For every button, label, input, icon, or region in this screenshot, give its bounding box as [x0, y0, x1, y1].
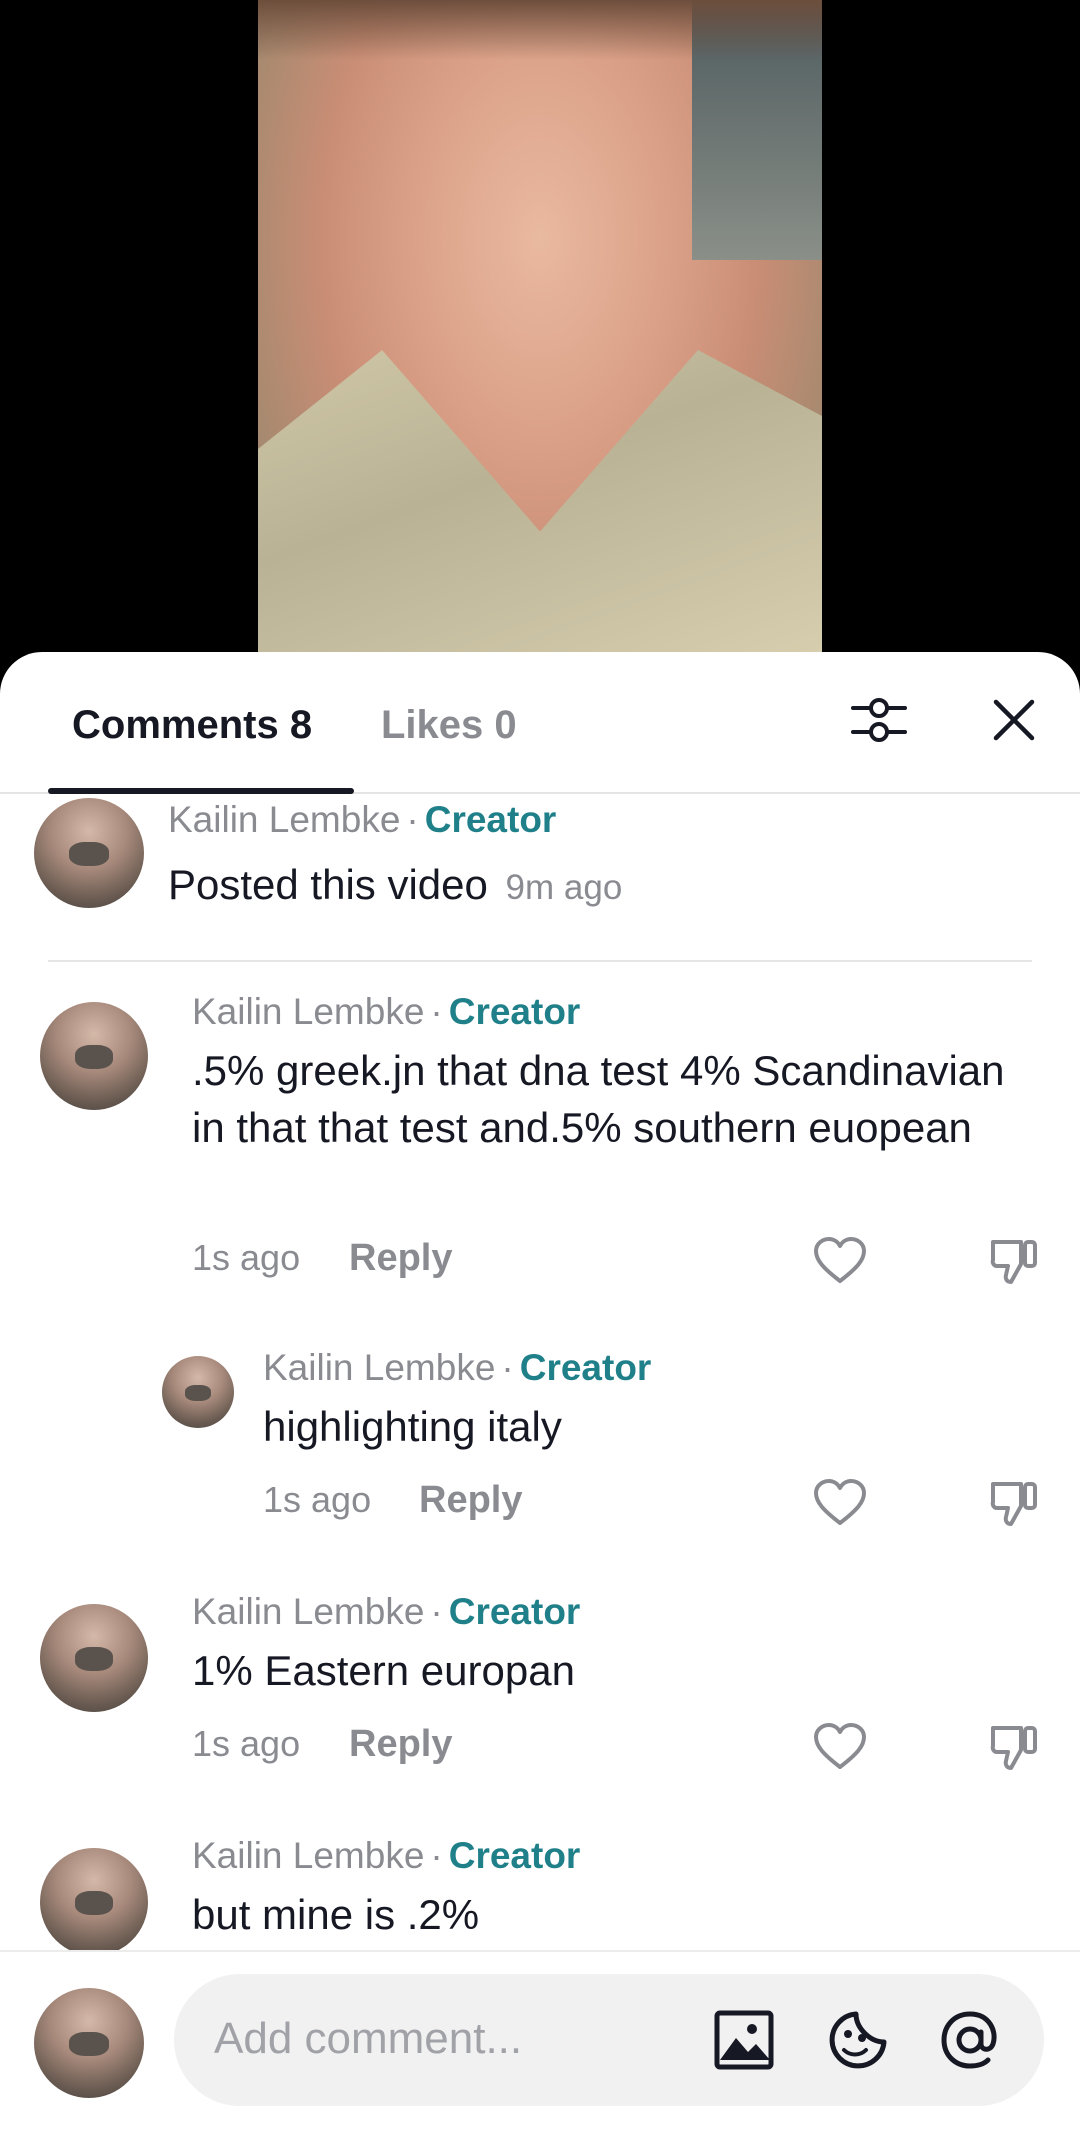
author-name[interactable]: Kailin Lembke [192, 1591, 424, 1632]
avatar[interactable] [34, 1988, 144, 2098]
tab-likes[interactable]: Likes 0 [381, 700, 517, 750]
avatar[interactable] [34, 798, 144, 908]
comment-author-line: Kailin Lembke · Creator [192, 990, 580, 1034]
video-shirt-region [258, 350, 822, 680]
separator-dot: · [430, 991, 443, 1032]
emoji-sticker-icon[interactable] [826, 2008, 890, 2072]
comment-time: 1s ago [192, 1237, 301, 1278]
video-frame[interactable] [258, 0, 822, 680]
separator-dot: · [406, 799, 419, 840]
thumbs-down-icon[interactable] [987, 1722, 1041, 1772]
comment-time: 1s ago [192, 1723, 301, 1764]
reply-button[interactable]: Reply [349, 1236, 452, 1280]
thumbs-down-icon[interactable] [987, 1478, 1041, 1528]
reply-button[interactable]: Reply [419, 1478, 522, 1522]
heart-icon[interactable] [813, 1722, 867, 1772]
comment-time: 1s ago [263, 1479, 372, 1520]
creator-badge: Creator [424, 799, 557, 840]
separator-dot: · [430, 1835, 443, 1876]
author-name[interactable]: Kailin Lembke [263, 1347, 495, 1388]
creator-badge: Creator [519, 1347, 652, 1388]
comments-sheet: Comments 8 Likes 0 Kailin Lembke · Creator… [0, 652, 1080, 2140]
comment-text: .5% greek.jn that dna test 4% Scandinavi… [192, 1047, 1005, 1151]
heart-icon[interactable] [813, 1478, 867, 1528]
separator-dot: · [430, 1591, 443, 1632]
posted-text: Posted this video [168, 861, 488, 908]
sliders-icon[interactable] [851, 688, 907, 752]
comment-input-container[interactable] [174, 1974, 1044, 2106]
video-player[interactable] [0, 0, 1080, 680]
avatar[interactable] [162, 1356, 234, 1428]
avatar[interactable] [40, 1848, 148, 1956]
avatar[interactable] [40, 1002, 148, 1110]
comment-text: but mine is .2% [192, 1891, 480, 1938]
divider [48, 960, 1032, 962]
avatar[interactable] [40, 1604, 148, 1712]
at-mention-icon[interactable] [938, 2008, 1002, 2072]
active-tab-indicator [48, 788, 354, 794]
creator-badge: Creator [448, 991, 581, 1032]
close-icon[interactable] [990, 696, 1038, 744]
heart-icon[interactable] [813, 1236, 867, 1286]
posted-time: 9m ago [505, 868, 623, 907]
creator-badge: Creator [448, 1591, 581, 1632]
comment-input[interactable] [214, 2004, 674, 2074]
posted-text-line: Posted this video 9m ago [168, 856, 622, 916]
video-hair-region [258, 0, 822, 60]
author-name[interactable]: Kailin Lembke [168, 799, 400, 840]
reply-button[interactable]: Reply [349, 1722, 452, 1766]
comment-author-line: Kailin Lembke · Creator [192, 1834, 580, 1878]
comment-text: highlighting italy [263, 1403, 562, 1450]
separator-dot: · [501, 1347, 514, 1388]
author-name[interactable]: Kailin Lembke [192, 991, 424, 1032]
comment-author-line: Kailin Lembke · Creator [263, 1346, 651, 1390]
author-name[interactable]: Kailin Lembke [192, 1835, 424, 1876]
image-icon[interactable] [712, 2008, 776, 2072]
thumbs-down-icon[interactable] [987, 1236, 1041, 1286]
comment-composer [0, 1950, 1080, 2140]
comment-author-line: Kailin Lembke · Creator [168, 798, 556, 842]
comment-author-line: Kailin Lembke · Creator [192, 1590, 580, 1634]
comment-text: 1% Eastern europan [192, 1647, 575, 1694]
comments-header: Comments 8 Likes 0 [0, 652, 1080, 794]
tab-comments[interactable]: Comments 8 [72, 700, 312, 750]
creator-badge: Creator [448, 1835, 581, 1876]
